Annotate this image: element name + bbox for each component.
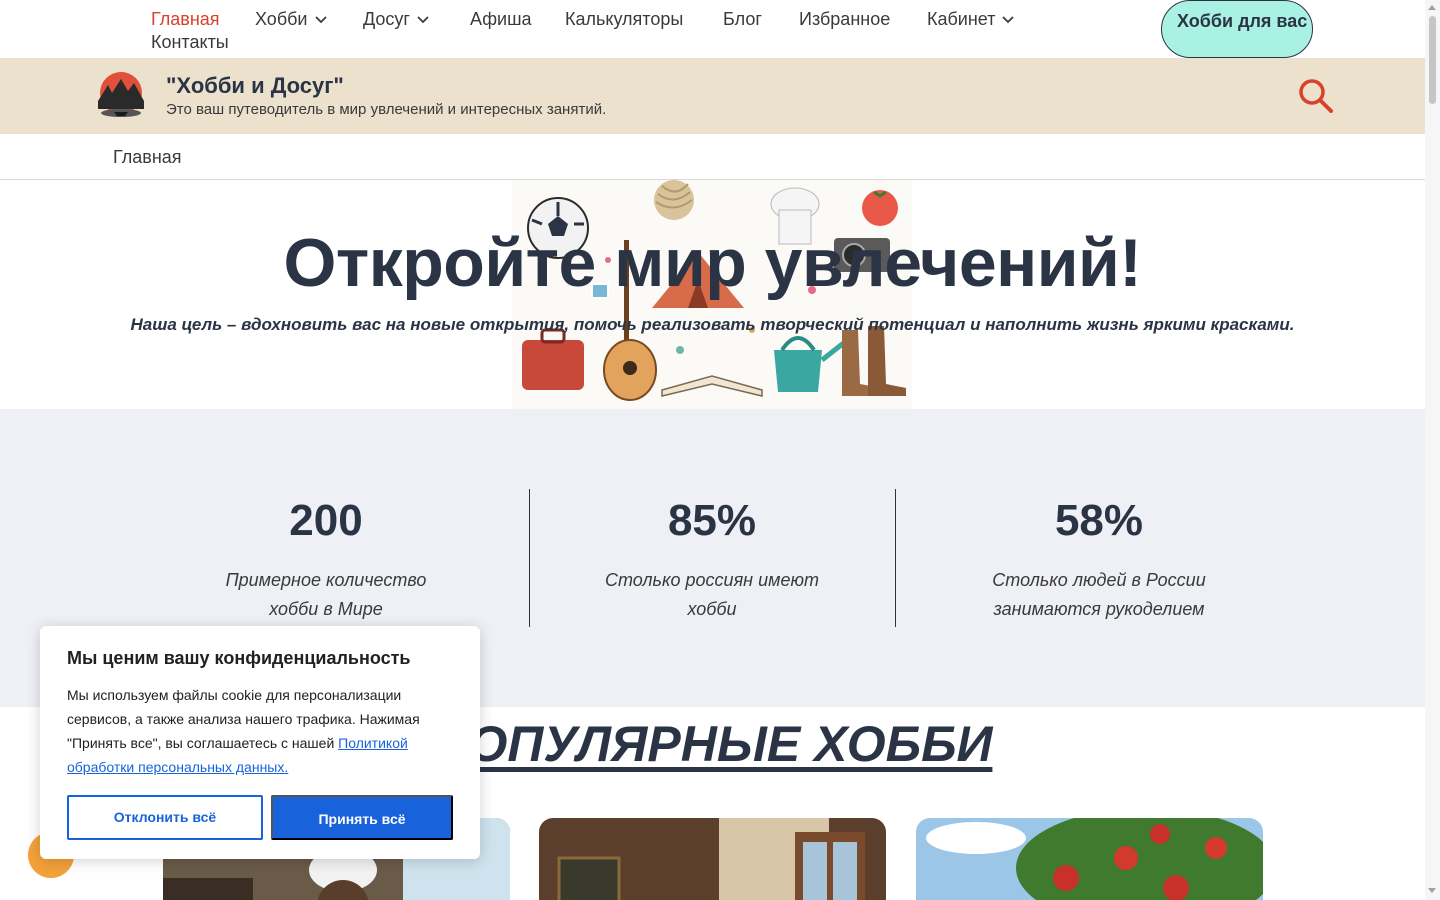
- site-logo[interactable]: [94, 71, 148, 121]
- hobby-for-you-button[interactable]: Хобби для вас: [1161, 0, 1313, 58]
- chevron-down-icon: [1002, 16, 1015, 24]
- stat-label: Столько россиян имеют хобби: [605, 570, 819, 619]
- main-navigation: Главная Хобби Досуг Афиша Калькуляторы Б…: [0, 0, 1425, 58]
- scrollbar-thumb[interactable]: [1429, 16, 1436, 104]
- breadcrumb: Главная: [0, 134, 1425, 180]
- nav-item-cabinet[interactable]: Кабинет: [927, 8, 1015, 30]
- stat-value: 200: [289, 496, 363, 545]
- breadcrumb-home[interactable]: Главная: [113, 147, 182, 168]
- cookie-consent-banner: Мы ценим вашу конфиденциальность Мы испо…: [40, 626, 480, 859]
- nav-item-favorites[interactable]: Избранное: [799, 8, 890, 30]
- chevron-down-icon: [314, 16, 327, 24]
- stat-divider: [529, 489, 530, 627]
- nav-item-hobby[interactable]: Хобби: [255, 8, 328, 30]
- nav-item-leisure[interactable]: Досуг: [363, 8, 430, 30]
- stat-handicraft: 58% Столько людей в России занимаются рук…: [949, 489, 1249, 624]
- hobby-card-image: [539, 818, 886, 900]
- hobby-card-home[interactable]: [539, 818, 886, 900]
- nav-item-label: Досуг: [363, 9, 410, 29]
- accept-all-button[interactable]: Принять всё: [271, 795, 453, 840]
- stat-label: Примерное количество хобби в Мире: [225, 570, 427, 619]
- scroll-up-arrow-icon[interactable]: [1428, 5, 1436, 10]
- hobby-card-image: [916, 818, 1263, 900]
- hobby-card-gardening[interactable]: [916, 818, 1263, 900]
- nav-item-label: Кабинет: [927, 9, 996, 29]
- stat-label: Столько людей в России занимаются рукодел…: [992, 570, 1206, 619]
- stat-hobbies-worldwide: 200 Примерное количество хобби в Мире: [176, 489, 476, 624]
- hero-section: Откройте мир увлечений! Наша цель – вдох…: [0, 180, 1425, 409]
- hero-title: Откройте мир увлечений!: [283, 225, 1142, 301]
- hero-subtitle: Наша цель – вдохновить вас на новые откр…: [130, 315, 1295, 334]
- page-scrollbar[interactable]: [1425, 0, 1440, 900]
- nav-item-contacts[interactable]: Контакты: [151, 31, 229, 53]
- stat-value: 85%: [667, 496, 757, 545]
- search-icon[interactable]: [1298, 78, 1334, 114]
- site-title[interactable]: "Хобби и Досуг": [166, 73, 344, 99]
- stat-divider: [895, 489, 896, 627]
- site-header: "Хобби и Досуг" Это ваш путеводитель в м…: [0, 58, 1425, 134]
- cookie-text: Мы используем файлы cookie для персонали…: [67, 687, 420, 775]
- chevron-down-icon: [417, 16, 429, 24]
- scroll-down-arrow-icon[interactable]: [1428, 888, 1436, 893]
- nav-item-home[interactable]: Главная: [151, 8, 220, 30]
- stat-value: 58%: [1054, 496, 1144, 545]
- stat-russians-with-hobby: 85% Столько россиян имеют хобби: [562, 489, 862, 624]
- site-description: Это ваш путеводитель в мир увлечений и и…: [166, 101, 607, 118]
- nav-item-blog[interactable]: Блог: [723, 8, 762, 30]
- nav-item-label: Хобби: [255, 9, 308, 29]
- cookie-title: Мы ценим вашу конфиденциальность: [67, 648, 411, 668]
- nav-item-calculators[interactable]: Калькуляторы: [565, 8, 683, 30]
- nav-item-afisha[interactable]: Афиша: [470, 8, 532, 30]
- reject-all-button[interactable]: Отклонить всё: [67, 795, 263, 840]
